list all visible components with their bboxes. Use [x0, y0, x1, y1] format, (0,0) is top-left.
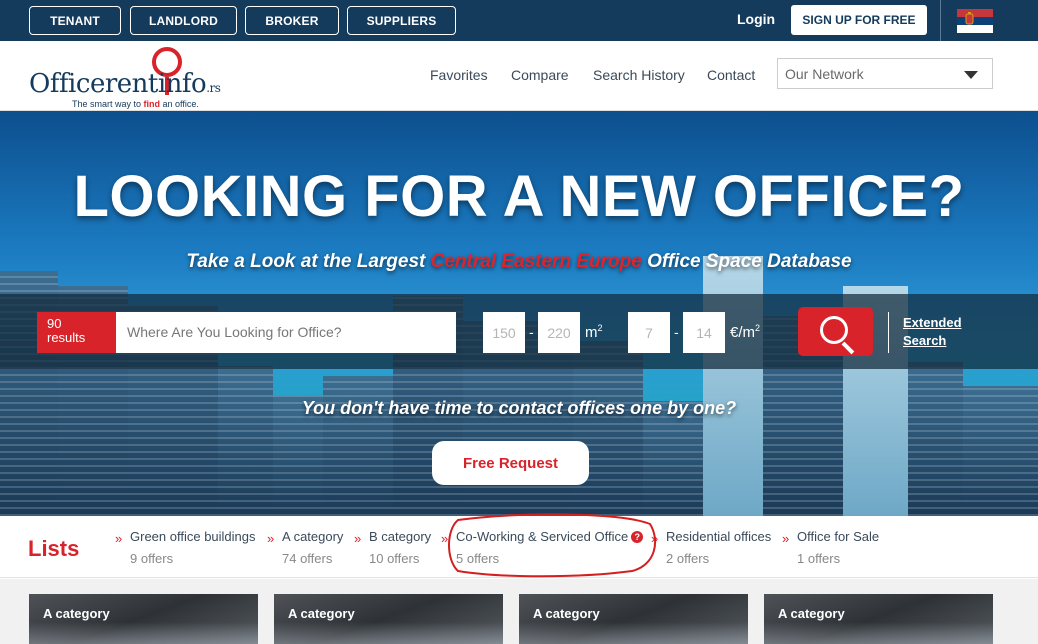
- location-search-placeholder: Where Are You Looking for Office?: [127, 324, 342, 340]
- list-item-name: Residential offices: [666, 529, 772, 544]
- chevron-right-icon: »: [354, 531, 362, 546]
- office-card[interactable]: A category: [274, 594, 503, 644]
- logo-tld: .rs: [206, 81, 221, 95]
- card-category: A category: [778, 606, 845, 621]
- hero-subtitle-highlight: Central Eastern Europe: [430, 251, 642, 272]
- card-image: [274, 622, 503, 644]
- results-count: 90: [47, 316, 62, 331]
- lists-bar: Lists » Green office buildings 9 offers …: [0, 516, 1038, 578]
- area-min-input[interactable]: 150: [483, 312, 525, 353]
- suppliers-button[interactable]: SUPPLIERS: [347, 6, 456, 35]
- list-item-count: 1 offers: [797, 551, 841, 566]
- card-category: A category: [43, 606, 110, 621]
- tagline-part: an office.: [160, 99, 199, 109]
- chevron-right-icon: »: [267, 531, 275, 546]
- serbia-flag-icon[interactable]: [957, 9, 993, 33]
- list-item-count: 5 offers: [456, 551, 500, 566]
- question-icon[interactable]: ?: [631, 531, 644, 543]
- lists-title: Lists: [28, 536, 80, 561]
- extended-search-line2: Search: [903, 333, 947, 348]
- list-item-a-category[interactable]: » A category 74 offers: [267, 529, 344, 566]
- hero-title: LOOKING FOR A NEW OFFICE?: [73, 164, 965, 229]
- price-unit-sup: 2: [755, 323, 761, 333]
- list-item-residential-offices[interactable]: » Residential offices 2 offers: [651, 529, 772, 566]
- list-item-name: Office for Sale: [797, 529, 880, 544]
- site-header: Officerentinfo.rs The smart way to find …: [0, 41, 1038, 111]
- chevron-right-icon: »: [115, 531, 123, 546]
- location-search-input[interactable]: Where Are You Looking for Office?: [116, 312, 456, 353]
- chevron-right-icon: »: [651, 531, 659, 546]
- list-item-name-text: Co-Working & Serviced Office: [456, 529, 629, 544]
- list-item-count: 74 offers: [282, 551, 333, 566]
- chevron-right-icon: »: [441, 531, 449, 546]
- logo-text: Officerentinfo.rs: [29, 69, 221, 99]
- list-item-b-category[interactable]: » B category 10 offers: [354, 529, 432, 566]
- extended-search-line1: Extended: [903, 315, 962, 330]
- chevron-down-icon: [964, 71, 978, 79]
- nav-compare[interactable]: Compare: [511, 67, 569, 83]
- list-item-name: A category: [282, 529, 344, 544]
- landlord-button[interactable]: LANDLORD: [130, 6, 237, 35]
- price-range-dash: -: [674, 324, 679, 340]
- list-item-name: B category: [369, 529, 432, 544]
- list-item-coworking-serviced-office[interactable]: » Co-Working & Serviced Office? 5 offers: [441, 529, 644, 566]
- results-label: results: [47, 330, 86, 345]
- card-image: [764, 622, 993, 644]
- search-bar: 90 results Where Are You Looking for Off…: [0, 294, 1038, 369]
- search-icon: [820, 316, 848, 344]
- office-card[interactable]: A category: [29, 594, 258, 644]
- hero-subtitle-part: Office Space Database: [641, 251, 852, 272]
- search-button[interactable]: [798, 307, 873, 356]
- list-item-count: 2 offers: [666, 551, 710, 566]
- list-item-office-for-sale[interactable]: » Office for Sale 1 offers: [782, 529, 880, 566]
- card-image: [29, 622, 258, 644]
- area-range-dash: -: [529, 324, 534, 340]
- list-item-name: Green office buildings: [130, 529, 256, 544]
- price-min-input[interactable]: 7: [628, 312, 670, 353]
- results-count-badge: 90 results: [37, 312, 116, 353]
- hero-subtitle-part: Take a Look at the Largest: [186, 251, 431, 272]
- area-max-input[interactable]: 220: [538, 312, 580, 353]
- logo-brand: Officerent: [29, 69, 158, 99]
- office-card[interactable]: A category: [764, 594, 993, 644]
- site-logo[interactable]: Officerentinfo.rs The smart way to find …: [29, 45, 239, 109]
- topbar-divider: [940, 0, 941, 41]
- extended-search-link[interactable]: Extended Search: [903, 314, 962, 350]
- hero-question: You don't have time to contact offices o…: [301, 398, 737, 418]
- tagline-part: The smart way to: [72, 99, 144, 109]
- logo-tagline: The smart way to find an office.: [72, 99, 199, 109]
- nav-favorites[interactable]: Favorites: [430, 67, 488, 83]
- card-category: A category: [288, 606, 355, 621]
- tagline-find: find: [143, 99, 161, 109]
- hero-banner: LOOKING FOR A NEW OFFICE? Take a Look at…: [0, 111, 1038, 516]
- broker-button[interactable]: BROKER: [245, 6, 339, 35]
- our-network-value: Our Network: [785, 66, 864, 82]
- list-item-count: 10 offers: [369, 551, 420, 566]
- area-unit-base: m: [585, 324, 598, 341]
- logo-brand-suffix: info: [157, 69, 207, 99]
- list-item-count: 9 offers: [130, 551, 174, 566]
- area-unit-sup: 2: [597, 323, 603, 333]
- top-bar: TENANT LANDLORD BROKER SUPPLIERS Login S…: [0, 0, 1038, 41]
- card-category: A category: [533, 606, 600, 621]
- price-max-input[interactable]: 14: [683, 312, 725, 353]
- area-unit: m2: [585, 323, 603, 341]
- card-image: [519, 622, 748, 644]
- office-card[interactable]: A category: [519, 594, 748, 644]
- search-icon-handle: [841, 341, 855, 355]
- chevron-right-icon: »: [782, 531, 790, 546]
- login-link[interactable]: Login: [737, 11, 775, 27]
- price-unit: €/m2: [730, 323, 760, 341]
- our-network-select[interactable]: Our Network: [777, 58, 993, 89]
- list-item-name: Co-Working & Serviced Office?: [456, 529, 644, 544]
- tenant-button[interactable]: TENANT: [29, 6, 121, 35]
- nav-contact[interactable]: Contact: [707, 67, 755, 83]
- free-request-button[interactable]: Free Request: [432, 441, 589, 485]
- hero-subtitle: Take a Look at the Largest Central Easte…: [0, 251, 1038, 273]
- nav-search-history[interactable]: Search History: [593, 67, 685, 83]
- signup-button[interactable]: SIGN UP FOR FREE: [791, 5, 927, 35]
- list-item-green-office-buildings[interactable]: » Green office buildings 9 offers: [115, 529, 256, 566]
- extended-search-divider: [888, 312, 889, 353]
- price-unit-base: €/m: [730, 324, 756, 341]
